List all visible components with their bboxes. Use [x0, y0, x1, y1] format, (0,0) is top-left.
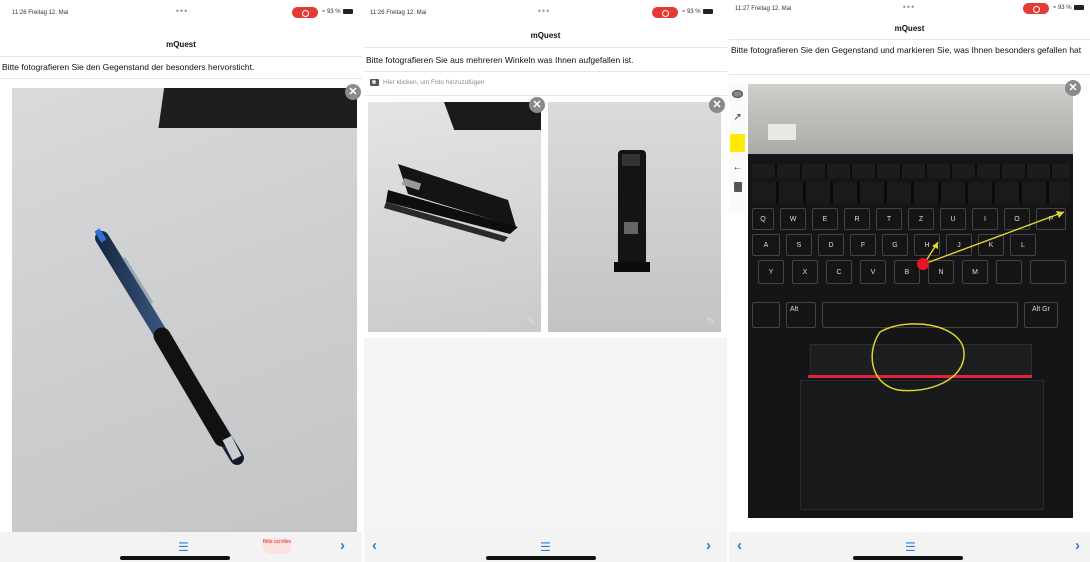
question-text: Bitte fotografieren Sie den Gegenstand u…	[731, 45, 1082, 55]
screen-single-photo: 11:26 Freitag 12. Mai ••• ≈ 93 % mQuest …	[0, 0, 362, 562]
screen-multi-photo: 11:26 Freitag 12. Mai ••• ≈ 93 % mQuest …	[364, 0, 727, 562]
wifi-battery-status: ≈ 93 %	[1053, 5, 1084, 11]
battery-percent: 93 %	[1057, 5, 1072, 12]
close-icon[interactable]: ✕	[529, 97, 545, 113]
close-icon[interactable]: ✕	[709, 97, 725, 113]
status-bar: 11:26 Freitag 12. Mai ••• ≈ 93 %	[364, 0, 727, 26]
app-title: mQuest	[166, 40, 196, 49]
divider	[364, 47, 727, 48]
multitask-dots-icon[interactable]: •••	[899, 2, 919, 12]
app-title: mQuest	[530, 31, 561, 40]
pencil-icon[interactable]: ✎	[524, 315, 538, 329]
pencil-icon[interactable]: ✎	[704, 315, 718, 329]
hamburger-menu-icon[interactable]: ☰	[540, 540, 551, 554]
home-indicator[interactable]	[120, 556, 230, 560]
photo-stapler-top[interactable]: ✎	[548, 102, 721, 332]
stapler-illustration	[614, 150, 650, 272]
battery-icon	[1073, 5, 1084, 10]
hamburger-menu-icon[interactable]: ☰	[178, 540, 189, 554]
bottom-navigation: ☰ Bitte scrollen ›	[0, 532, 362, 562]
multitask-dots-icon[interactable]: •••	[172, 6, 192, 16]
divider	[0, 78, 362, 79]
home-indicator[interactable]	[486, 556, 596, 560]
battery-icon	[702, 9, 713, 14]
home-indicator[interactable]	[853, 556, 963, 560]
question-text: Bitte fotografieren Sie den Gegenstand d…	[2, 62, 255, 72]
photo-stapler-side[interactable]: ✎	[368, 102, 541, 332]
hamburger-menu-icon[interactable]: ☰	[905, 540, 916, 554]
status-bar: 11:26 Freitag 12. Mai ••• ≈ 93 %	[0, 0, 362, 26]
photo-pen[interactable]	[12, 88, 357, 533]
screen-recording-icon	[652, 7, 678, 18]
screen-recording-icon	[292, 7, 318, 18]
divider	[364, 71, 727, 72]
camera-icon	[370, 79, 379, 86]
wifi-battery-status: ≈ 93 %	[322, 9, 353, 15]
battery-icon	[342, 9, 353, 14]
pen-illustration	[94, 228, 244, 465]
scroll-hint-badge[interactable]: Bitte scrollen	[262, 538, 292, 554]
annotation-layer	[871, 211, 1065, 392]
wifi-battery-status: ≈ 93 %	[682, 9, 713, 15]
stapler-illustration	[384, 164, 518, 242]
color-picker-icon[interactable]	[730, 134, 745, 152]
ellipse-tool-icon[interactable]	[730, 87, 745, 105]
chevron-right-icon[interactable]: ›	[1075, 537, 1080, 554]
app-title: mQuest	[894, 24, 925, 33]
screen-annotate-photo: 11:27 Freitag 12. Mai ••• ≈ 93 % mQuest …	[729, 0, 1090, 562]
photo-laptop-keyboard[interactable]: Q W E R T Z U I O P A S D F G H J K L Y …	[748, 84, 1073, 518]
empty-area	[364, 338, 727, 534]
annotation-toolbar: ↗ ←	[729, 83, 746, 213]
close-icon[interactable]: ✕	[1065, 80, 1081, 96]
chevron-left-icon[interactable]: ‹	[737, 537, 742, 554]
question-text: Bitte fotografieren Sie aus mehreren Win…	[366, 55, 634, 65]
trash-icon[interactable]	[730, 181, 745, 199]
chevron-left-icon[interactable]: ‹	[372, 537, 377, 554]
status-bar: 11:27 Freitag 12. Mai ••• ≈ 93 %	[729, 0, 1090, 26]
divider	[729, 39, 1090, 40]
battery-percent: 93 %	[326, 9, 341, 16]
add-photo-label: Hier klicken, um Foto hinzuzufügen	[383, 79, 485, 87]
bottom-navigation: ‹ ☰ ›	[729, 532, 1090, 562]
multitask-dots-icon[interactable]: •••	[534, 6, 554, 16]
battery-percent: 93 %	[686, 9, 701, 16]
arrow-tool-icon[interactable]: ↗	[730, 109, 745, 127]
screen-recording-icon	[1023, 3, 1049, 14]
chevron-right-icon[interactable]: ›	[706, 537, 711, 554]
add-photo-button[interactable]: Hier klicken, um Foto hinzuzufügen	[370, 79, 485, 86]
undo-icon[interactable]: ←	[730, 159, 745, 177]
chevron-right-icon[interactable]: ›	[340, 537, 345, 554]
divider	[729, 74, 1090, 75]
status-time: 11:26 Freitag 12. Mai	[12, 10, 69, 16]
divider	[364, 95, 727, 96]
close-icon[interactable]: ✕	[345, 84, 361, 100]
divider	[0, 56, 362, 57]
status-time: 11:26 Freitag 12. Mai	[370, 10, 427, 16]
status-time: 11:27 Freitag 12. Mai	[735, 6, 792, 12]
bottom-navigation: ‹ ☰ ›	[364, 532, 727, 562]
